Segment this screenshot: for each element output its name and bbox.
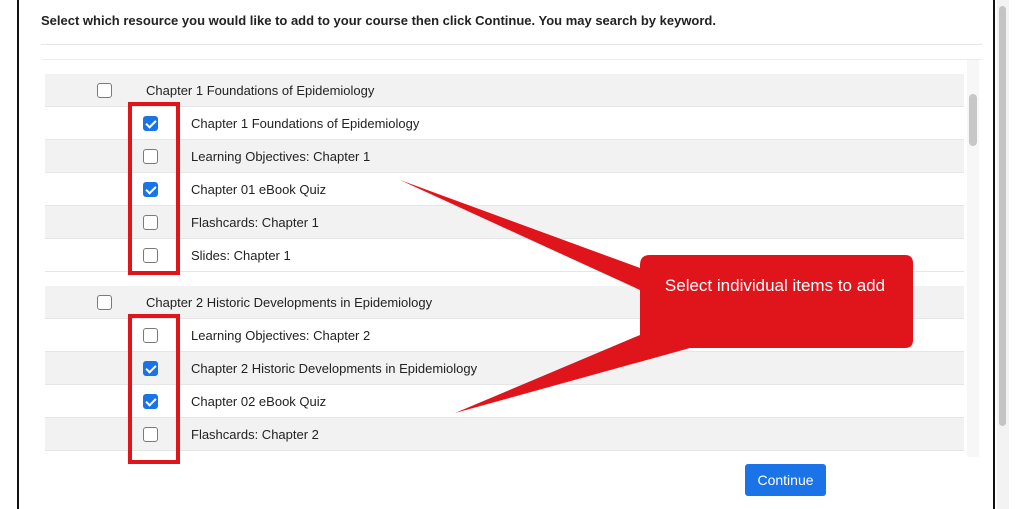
callout-shape — [400, 180, 913, 413]
callout-text: Select individual items to add — [664, 276, 886, 295]
continue-button[interactable]: Continue — [745, 464, 826, 496]
